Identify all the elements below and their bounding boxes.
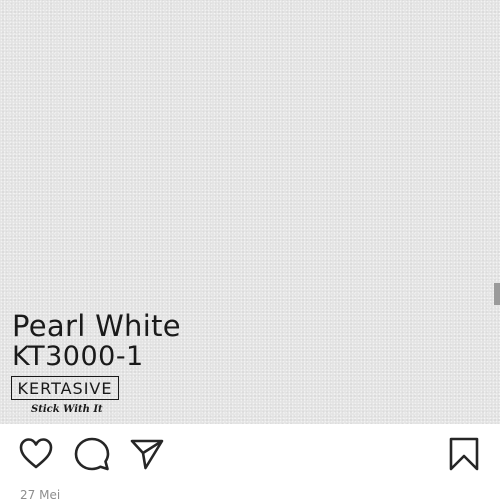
post-action-bar — [0, 424, 500, 484]
comment-icon — [74, 437, 110, 471]
brand-tagline: Stick With It — [31, 404, 103, 415]
product-code: KT3000-1 — [12, 341, 144, 372]
paper-plane-icon — [130, 439, 164, 470]
bookmark-icon — [449, 437, 479, 471]
comment-button[interactable] — [74, 436, 110, 472]
save-button[interactable] — [446, 436, 482, 472]
carousel-indicator — [494, 283, 500, 305]
brand-logo-box: KERTASIVE — [11, 376, 119, 400]
brand-name: KERTASIVE — [17, 378, 113, 398]
post-date: 27 Mei — [20, 488, 61, 500]
heart-icon — [19, 438, 53, 469]
like-button[interactable] — [18, 436, 54, 472]
product-name: Pearl White — [12, 309, 181, 343]
post-photo[interactable]: Pearl White KT3000-1 KERTASIVE Stick Wit… — [0, 0, 500, 424]
brand-logo: KERTASIVE Stick With It — [11, 376, 121, 420]
instagram-post: Pearl White KT3000-1 KERTASIVE Stick Wit… — [0, 0, 500, 500]
share-button[interactable] — [129, 436, 165, 472]
